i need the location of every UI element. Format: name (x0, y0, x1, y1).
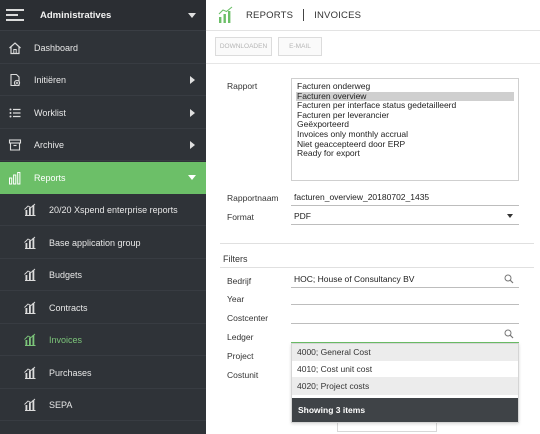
sidebar-subitem-budgets[interactable]: Budgets (0, 259, 206, 291)
format-label: Format (227, 212, 254, 222)
costcenter-input[interactable] (291, 307, 519, 324)
search-icon[interactable] (504, 274, 514, 284)
report-chart-icon (20, 233, 40, 253)
section-divider (220, 267, 534, 268)
report-chart-icon (20, 265, 40, 285)
costcenter-label: Costcenter (227, 313, 269, 323)
sidebar-item-label: Contracts (49, 302, 88, 313)
page-title: INVOICES (314, 9, 362, 21)
top-bar: REPORTS INVOICES (206, 0, 540, 31)
ledger-input[interactable] (291, 326, 519, 343)
sidebar-item-label: SEPA (49, 399, 73, 410)
filters-heading: Filters (223, 254, 248, 264)
sidebar-item-label: Worklist (34, 107, 66, 118)
chevron-right-icon (190, 140, 195, 149)
sidebar-item-label: Base application group (49, 237, 141, 248)
chevron-down-icon (188, 175, 196, 180)
sidebar-item-archive[interactable]: Archive (0, 129, 206, 161)
toolbar: DOWNLOADEN E-MAIL (206, 31, 540, 64)
year-input[interactable] (291, 288, 519, 305)
organization-title[interactable]: Administratives (40, 10, 188, 21)
archive-icon (5, 135, 25, 155)
sidebar-subitem-contracts[interactable]: Contracts (0, 292, 206, 324)
sidebar-item-label: Dashboard (34, 42, 79, 53)
sidebar-subitem-sepa[interactable]: SEPA (0, 389, 206, 421)
ledger-label: Ledger (227, 332, 254, 342)
report-chart-icon (20, 298, 40, 318)
search-icon[interactable] (504, 329, 514, 339)
section-divider (220, 243, 534, 244)
report-chart-icon (20, 363, 40, 383)
chevron-right-icon (190, 108, 195, 117)
sidebar-item-label: Invoices (49, 334, 83, 345)
sidebar: Administratives Dashboard Initiëren Work… (0, 0, 206, 434)
report-chart-icon (20, 200, 40, 220)
rapportnaam-value: facturen_overview_20180702_1435 (294, 192, 430, 202)
sidebar-item-label: 20/20 Xspend enterprise reports (49, 204, 178, 215)
breadcrumb-separator (303, 9, 305, 21)
bar-chart-icon (5, 168, 25, 188)
sidebar-item-label: Budgets (49, 269, 83, 280)
report-chart-icon (20, 330, 40, 350)
sidebar-item-label: Archive (34, 139, 65, 150)
download-button[interactable]: DOWNLOADEN (215, 37, 272, 56)
sidebar-subitem-xspend-enterprise-reports[interactable]: 20/20 Xspend enterprise reports (0, 194, 206, 226)
dropdown-caret-icon (507, 214, 513, 218)
bedrijf-input[interactable]: HOC; House of Consultancy BV (291, 270, 519, 288)
sidebar-item-label: Purchases (49, 367, 92, 378)
rapportnaam-label: Rapportnaam (227, 193, 279, 203)
chevron-right-icon (190, 75, 195, 84)
new-document-icon (5, 70, 25, 90)
sidebar-subitem-invoices[interactable]: Invoices (0, 324, 206, 356)
dropdown-footer: Showing 3 items (292, 398, 518, 422)
rapport-listbox[interactable]: Facturen onderweg Facturen overview Fact… (291, 78, 519, 181)
sidebar-subitem-purchases[interactable]: Purchases (0, 357, 206, 389)
bedrijf-value: HOC; House of Consultancy BV (294, 274, 415, 284)
menu-icon[interactable] (6, 9, 24, 21)
list-icon (5, 103, 25, 123)
chevron-down-icon[interactable] (188, 12, 196, 18)
sidebar-item-label: Initiëren (34, 74, 67, 85)
year-label: Year (227, 294, 245, 304)
format-select[interactable]: PDF (291, 207, 519, 225)
rapport-option[interactable]: Ready for export (296, 149, 514, 159)
bedrijf-label: Bedrijf (227, 276, 252, 286)
format-value: PDF (294, 211, 311, 221)
ledger-option[interactable]: 4000; General Cost (292, 344, 518, 361)
email-button[interactable]: E-MAIL (278, 37, 322, 56)
ledger-dropdown: 4000; General Cost 4010; Cost unit cost … (291, 343, 519, 423)
rapportnaam-input[interactable]: facturen_overview_20180702_1435 (291, 188, 519, 206)
ledger-option[interactable]: 4010; Cost unit cost (292, 361, 518, 378)
breadcrumb-section[interactable]: REPORTS (246, 10, 293, 21)
sidebar-subitem-base-application-group[interactable]: Base application group (0, 227, 206, 259)
sidebar-item-label: Reports (34, 172, 66, 183)
home-icon (5, 38, 25, 58)
ledger-option[interactable]: 4020; Project costs (292, 378, 518, 395)
costunit-label: Costunit (227, 370, 259, 380)
reports-logo-icon (218, 6, 233, 23)
report-chart-icon (20, 395, 40, 415)
project-label: Project (227, 351, 254, 361)
sidebar-item-dashboard[interactable]: Dashboard (0, 32, 206, 64)
sidebar-header[interactable]: Administratives (0, 0, 206, 31)
sidebar-item-worklist[interactable]: Worklist (0, 97, 206, 129)
sidebar-item-reports[interactable]: Reports (0, 162, 206, 194)
rapport-label: Rapport (227, 81, 258, 91)
sidebar-item-initieren[interactable]: Initiëren (0, 64, 206, 96)
